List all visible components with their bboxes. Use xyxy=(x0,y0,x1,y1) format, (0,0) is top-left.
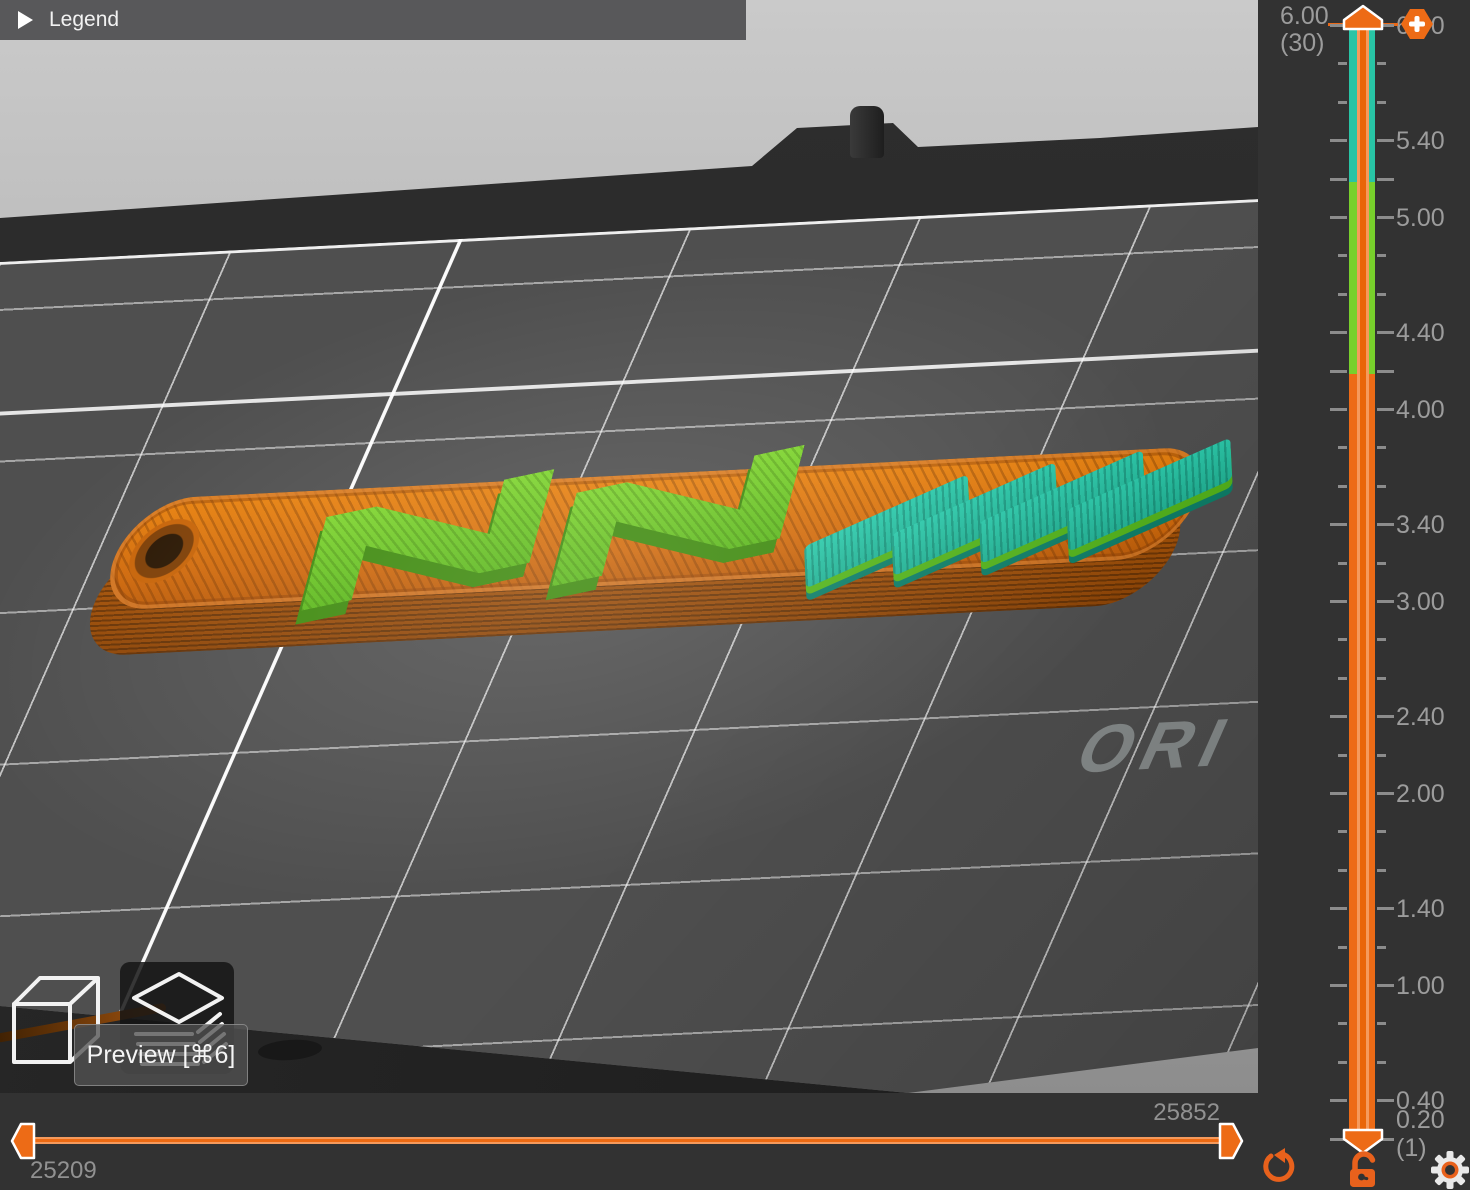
layer-tick xyxy=(1338,562,1347,565)
undo-icon xyxy=(1258,1148,1296,1186)
layer-tick xyxy=(1377,370,1394,373)
layer-slider-bottom-layer-number: (1) xyxy=(1396,1134,1427,1163)
layer-tick xyxy=(1338,830,1347,833)
layer-height-label: 0.20 xyxy=(1396,1106,1445,1135)
layer-tick xyxy=(1377,1099,1394,1102)
layer-height-label: 1.00 xyxy=(1396,972,1445,1001)
layer-tick xyxy=(1338,869,1347,872)
layer-tick xyxy=(1377,907,1394,910)
layer-tick xyxy=(1377,254,1386,257)
layer-tick xyxy=(1330,600,1347,603)
layer-tick xyxy=(1338,62,1347,65)
layer-tick xyxy=(1330,523,1347,526)
layer-tick xyxy=(1330,331,1347,334)
layer-height-label: 4.40 xyxy=(1396,319,1445,348)
layer-tick xyxy=(1377,1022,1386,1025)
layer-tick xyxy=(1338,754,1347,757)
layer-tick xyxy=(1330,408,1347,411)
layer-tick xyxy=(1377,984,1394,987)
sync-lock-button[interactable] xyxy=(1344,1150,1382,1190)
layer-tick xyxy=(1330,984,1347,987)
3d-viewport[interactable]: ORI xyxy=(0,0,1258,1093)
layer-tick xyxy=(1330,216,1347,219)
slicer-preview-window: ORI xyxy=(0,0,1470,1190)
plate-axis-line-horizontal xyxy=(0,285,1258,419)
layer-tick xyxy=(1377,485,1386,488)
plus-icon xyxy=(1400,8,1434,40)
plate-brand-text: ORI xyxy=(1064,703,1249,789)
layer-tick xyxy=(1338,1022,1347,1025)
layer-tick xyxy=(1377,754,1386,757)
slider-settings-button[interactable] xyxy=(1430,1150,1470,1190)
layer-tick xyxy=(1338,638,1347,641)
layer-tick xyxy=(1330,1099,1347,1102)
layer-height-label: 2.40 xyxy=(1396,703,1445,732)
layer-tick xyxy=(1330,907,1347,910)
layer-tick xyxy=(1330,370,1347,373)
unlocked-padlock-icon xyxy=(1344,1150,1382,1188)
layer-tick xyxy=(1338,1061,1347,1064)
layer-slider-panel: 6.00 (30) 6.00 5.405.004.404.003.403.002… xyxy=(1258,0,1470,1190)
preview-tooltip-text: Preview [⌘6] xyxy=(87,1040,236,1070)
move-slider-left-value: 25209 xyxy=(30,1157,97,1185)
layer-tick xyxy=(1338,254,1347,257)
layer-slider-upper-handle[interactable] xyxy=(1342,4,1384,36)
layer-tick xyxy=(1377,331,1394,334)
move-slider-left-handle[interactable] xyxy=(10,1122,36,1165)
layer-height-label: 1.40 xyxy=(1396,895,1445,924)
layer-height-label: 4.00 xyxy=(1396,396,1445,425)
layer-tick xyxy=(1377,216,1394,219)
layer-tick xyxy=(1330,178,1347,181)
layer-height-label: 3.00 xyxy=(1396,588,1445,617)
layer-tick xyxy=(1338,446,1347,449)
layer-tick xyxy=(1330,792,1347,795)
move-slider-bar: 25209 25852 xyxy=(0,1093,1258,1190)
layer-tick xyxy=(1377,600,1394,603)
layer-tick xyxy=(1377,830,1386,833)
layer-tick xyxy=(1377,446,1386,449)
layer-height-label: 5.00 xyxy=(1396,204,1445,233)
plate-screw-hole xyxy=(257,1038,322,1062)
move-slider-track[interactable] xyxy=(30,1137,1222,1144)
layer-tick xyxy=(1377,792,1394,795)
layer-tick xyxy=(1377,715,1394,718)
add-pause-plus-button[interactable] xyxy=(1400,8,1434,40)
layer-tick xyxy=(1338,293,1347,296)
layer-tick xyxy=(1338,677,1347,680)
preview-tooltip: Preview [⌘6] xyxy=(74,1024,248,1086)
layer-height-label: 5.40 xyxy=(1396,127,1445,156)
expand-triangle-icon xyxy=(18,11,33,29)
layer-slider-top-layer-number: (30) xyxy=(1280,29,1324,58)
layer-tick xyxy=(1338,485,1347,488)
layer-tick xyxy=(1377,523,1394,526)
layer-slider-track[interactable] xyxy=(1357,28,1369,1142)
layer-tick xyxy=(1377,178,1394,181)
layer-tick xyxy=(1377,638,1386,641)
reset-sliders-button[interactable] xyxy=(1258,1148,1296,1190)
layer-tick xyxy=(1377,408,1394,411)
layer-tick xyxy=(1377,62,1386,65)
layer-tick xyxy=(1377,869,1386,872)
legend-header[interactable]: Legend xyxy=(0,0,746,40)
build-plate-grid: ORI xyxy=(0,132,1258,1093)
layer-tick xyxy=(1377,562,1386,565)
layer-tick xyxy=(1377,139,1394,142)
printbed-post xyxy=(850,106,884,158)
layer-tick xyxy=(1377,293,1386,296)
layer-tick xyxy=(1330,715,1347,718)
layer-tick xyxy=(1330,139,1347,142)
layer-height-label: 3.40 xyxy=(1396,511,1445,540)
layer-tick xyxy=(1377,101,1386,104)
move-slider-right-handle[interactable] xyxy=(1218,1122,1244,1165)
layer-slider-top-height: 6.00 xyxy=(1280,2,1329,31)
layer-height-label: 2.00 xyxy=(1396,780,1445,809)
layer-tick xyxy=(1377,1061,1386,1064)
layer-tick xyxy=(1377,946,1386,949)
layer-tick xyxy=(1338,101,1347,104)
layer-tick xyxy=(1338,946,1347,949)
move-slider-right-value: 25852 xyxy=(1060,1099,1220,1127)
layer-tick xyxy=(1377,677,1386,680)
legend-title: Legend xyxy=(49,8,119,32)
gear-icon xyxy=(1430,1150,1470,1190)
